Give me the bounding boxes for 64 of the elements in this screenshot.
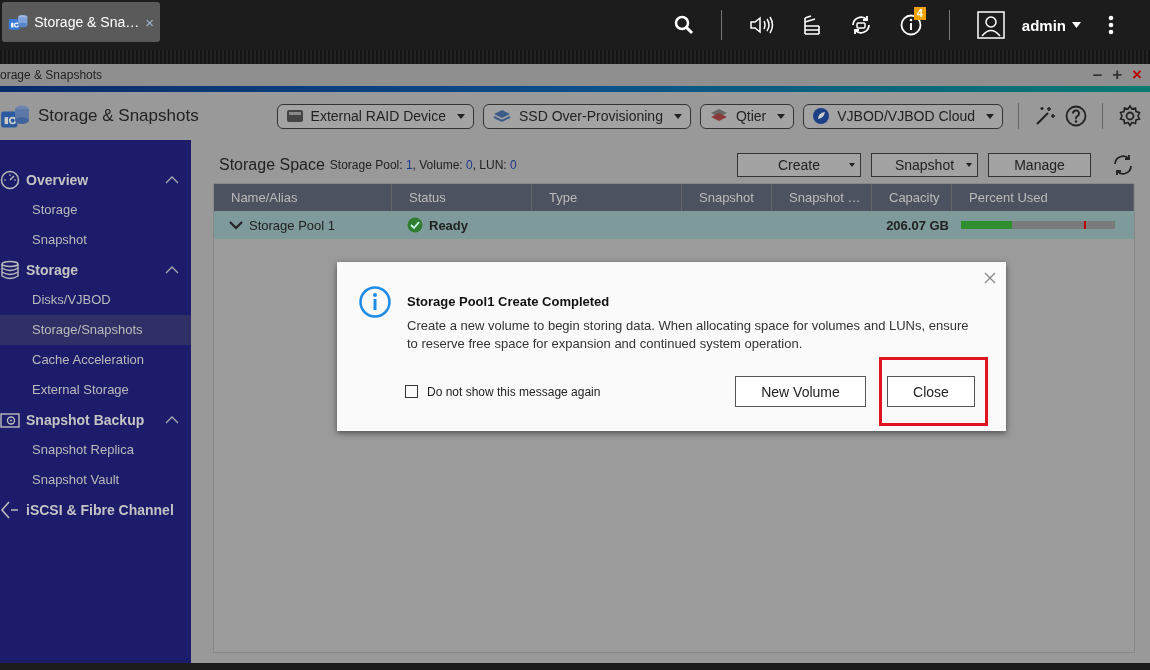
toolbar-dropdown[interactable]: External RAID Device [276, 103, 474, 129]
camera-icon [0, 411, 20, 429]
info-icon [359, 286, 391, 318]
user-menu[interactable]: admin [1021, 16, 1081, 34]
volume-icon[interactable] [748, 15, 775, 35]
app-tab[interactable]: Storage & Sna… × [2, 2, 160, 42]
sidebar-group[interactable]: Overview [0, 165, 191, 195]
refresh-icon[interactable] [1111, 153, 1135, 177]
database-icon [0, 260, 20, 280]
toolbar-dropdown[interactable]: Qtier [699, 103, 795, 129]
tab-title: Storage & Sna… [34, 14, 140, 30]
sidebar-item[interactable]: Disks/VJBOD [0, 285, 191, 315]
more-icon[interactable] [1108, 15, 1114, 35]
dialog-message: Create a new volume to begin storing data. When allocating space for volumes and LUNs, ensure to reserve free space for expansion and continued system operation. [407, 317, 970, 353]
sidebar-item[interactable]: Snapshot [0, 225, 191, 255]
caret-icon [1072, 22, 1081, 28]
checkbox-label: Do not show this message again [427, 384, 601, 399]
caret-icon [777, 113, 786, 119]
status-text: Ready [429, 217, 469, 233]
panel-button[interactable]: Snapshot [871, 153, 978, 177]
caret-icon [457, 113, 465, 119]
checkbox[interactable] [405, 385, 418, 398]
user-icon[interactable] [976, 11, 1005, 39]
sidebar-item[interactable]: Snapshot Replica [0, 435, 191, 465]
panel-button[interactable]: Manage [988, 153, 1091, 177]
caret-icon [673, 113, 682, 119]
search-icon[interactable] [673, 15, 694, 35]
settings-icon[interactable] [1118, 104, 1142, 128]
notification-badge: 4 [913, 7, 926, 20]
sidebar-item[interactable]: Cache Acceleration [0, 345, 191, 375]
help-icon[interactable] [1065, 105, 1087, 127]
dialog-button[interactable]: Close [887, 376, 975, 407]
close-icon[interactable] [984, 272, 996, 284]
maximize-button[interactable]: + [1112, 65, 1123, 85]
chevron-icon[interactable] [229, 220, 243, 230]
gauge-icon [0, 170, 20, 190]
close-tab-button[interactable]: × [145, 13, 154, 31]
sidebar-group[interactable]: Snapshot Backup [0, 405, 191, 435]
sidebar-item[interactable]: Storage/Snapshots [0, 315, 191, 345]
pool-summary: Storage Pool: 1, Volume: 0, LUN: 0 [329, 158, 517, 172]
panel-title: Storage Space [219, 156, 325, 174]
dialog-title: Storage Pool1 Create Completed [407, 294, 611, 309]
caret-icon [986, 113, 994, 119]
sidebar-group[interactable]: Storage [0, 255, 191, 285]
cloud-drive-icon [812, 107, 831, 125]
capacity-text: 206.07 GB [886, 217, 949, 233]
dialog-button[interactable]: New Volume [735, 376, 866, 407]
toolbar-dropdown[interactable]: SSD Over-Provisioning [483, 103, 691, 129]
sidebar-item[interactable]: External Storage [0, 375, 191, 405]
raid-device-icon [285, 109, 304, 123]
magic-wand-icon[interactable] [1034, 105, 1056, 127]
panel-button[interactable]: Create [737, 153, 861, 177]
pool-name: Storage Pool 1 [249, 217, 335, 233]
minimize-button[interactable]: – [1092, 65, 1103, 85]
app-title: Storage & Snapshots [38, 106, 199, 126]
toolbar-dropdown[interactable]: VJBOD/VJBOD Cloud [803, 103, 1003, 129]
check-circle-icon [407, 217, 423, 233]
sidebar-item[interactable]: Storage [0, 195, 191, 225]
sidebar-item[interactable]: Snapshot Vault [0, 465, 191, 495]
stack-icon[interactable] [801, 14, 822, 36]
window-title: orage & Snapshots [0, 68, 103, 82]
table-row[interactable]: Storage Pool 1 Ready 206.07 GB [214, 211, 1134, 239]
ssd-stack-icon [492, 108, 512, 124]
sidebar-group[interactable]: iSCSI & Fibre Channel [0, 495, 191, 525]
